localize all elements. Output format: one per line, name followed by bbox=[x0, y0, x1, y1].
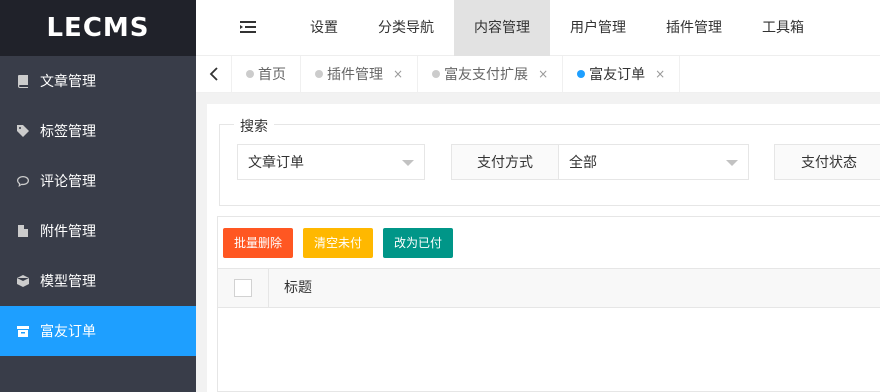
pay-status-label: 支付状态 bbox=[774, 144, 880, 180]
logo: LECMS bbox=[0, 0, 196, 56]
tab-dot-icon bbox=[577, 70, 586, 78]
sidebar-item-tags[interactable]: 标签管理 bbox=[0, 106, 196, 156]
tab-dot-icon bbox=[246, 70, 254, 78]
topnav-content-management[interactable]: 内容管理 bbox=[454, 0, 550, 56]
main-content: 搜索 文章订单 支付方式 全部 支付状态 批量删除 清空未付 改为已付 标题 bbox=[207, 104, 880, 392]
menu-toggle-icon[interactable] bbox=[240, 20, 256, 34]
sidebar-item-models[interactable]: 模型管理 bbox=[0, 256, 196, 306]
tab-label: 插件管理 bbox=[327, 67, 383, 83]
tag-icon bbox=[16, 124, 30, 138]
book-icon bbox=[16, 74, 30, 88]
pay-method-value: 全部 bbox=[569, 155, 597, 171]
topnav-settings[interactable]: 设置 bbox=[290, 0, 358, 56]
sidebar-item-label: 文章管理 bbox=[40, 74, 96, 90]
sidebar-item-label: 评论管理 bbox=[40, 174, 96, 190]
chevron-down-icon bbox=[402, 160, 414, 166]
sidebar-item-label: 模型管理 bbox=[40, 274, 96, 290]
top-nav: 设置 分类导航 内容管理 用户管理 插件管理 工具箱 bbox=[290, 0, 824, 56]
table-header: 标题 bbox=[218, 268, 880, 308]
tab-dot-icon bbox=[315, 70, 323, 78]
topnav-category-nav[interactable]: 分类导航 bbox=[358, 0, 454, 56]
sidebar-item-comments[interactable]: 评论管理 bbox=[0, 156, 196, 206]
pay-method-label: 支付方式 bbox=[451, 144, 559, 180]
cube-icon bbox=[16, 274, 30, 288]
sidebar-item-label: 标签管理 bbox=[40, 124, 96, 140]
clear-unpaid-button[interactable]: 清空未付 bbox=[303, 228, 374, 258]
close-icon[interactable]: × bbox=[655, 67, 665, 81]
batch-delete-button[interactable]: 批量删除 bbox=[223, 228, 294, 258]
file-icon bbox=[16, 224, 30, 238]
tabs: 首页 插件管理 × 富友支付扩展 × 富友订单 × bbox=[232, 56, 681, 92]
tab-plugin-management[interactable]: 插件管理 × bbox=[301, 56, 419, 92]
comment-icon bbox=[16, 174, 30, 188]
order-type-select[interactable]: 文章订单 bbox=[237, 144, 425, 180]
sidebar-item-attachments[interactable]: 附件管理 bbox=[0, 206, 196, 256]
topnav-user-management[interactable]: 用户管理 bbox=[550, 0, 646, 56]
pay-method-select[interactable]: 全部 bbox=[559, 144, 749, 180]
column-title-header: 标题 bbox=[284, 280, 312, 296]
column-divider bbox=[268, 269, 269, 307]
chevron-down-icon bbox=[726, 160, 738, 166]
search-legend: 搜索 bbox=[234, 116, 274, 136]
tab-label: 首页 bbox=[258, 67, 286, 83]
sidebar-item-label: 附件管理 bbox=[40, 224, 96, 240]
sidebar-item-articles[interactable]: 文章管理 bbox=[0, 56, 196, 106]
chevron-left-icon[interactable] bbox=[196, 56, 232, 92]
tab-home[interactable]: 首页 bbox=[232, 56, 301, 92]
tab-label: 富友支付扩展 bbox=[444, 67, 529, 83]
tab-bar: 首页 插件管理 × 富友支付扩展 × 富友订单 × bbox=[196, 56, 880, 93]
select-all-checkbox[interactable] bbox=[234, 279, 252, 297]
tab-fuiou-pay-extension[interactable]: 富友支付扩展 × bbox=[418, 56, 564, 92]
close-icon[interactable]: × bbox=[538, 67, 548, 81]
mark-paid-button[interactable]: 改为已付 bbox=[383, 228, 454, 258]
topnav-plugin-management[interactable]: 插件管理 bbox=[646, 0, 742, 56]
topnav-toolbox[interactable]: 工具箱 bbox=[742, 0, 824, 56]
order-type-value: 文章订单 bbox=[248, 155, 304, 171]
tab-fuiou-orders[interactable]: 富友订单 × bbox=[563, 56, 681, 92]
sidebar-item-fuiou-orders[interactable]: 富友订单 bbox=[0, 306, 196, 356]
logo-text: LECMS bbox=[46, 13, 150, 43]
sidebar: 文章管理 标签管理 评论管理 附件管理 模型管理 富友订单 bbox=[0, 56, 196, 392]
table-toolbar: 批量删除 清空未付 改为已付 bbox=[223, 228, 454, 258]
archive-icon bbox=[16, 324, 30, 338]
sidebar-item-label: 富友订单 bbox=[40, 324, 96, 340]
tab-label: 富友订单 bbox=[589, 67, 646, 83]
top-header: 设置 分类导航 内容管理 用户管理 插件管理 工具箱 bbox=[196, 0, 880, 56]
close-icon[interactable]: × bbox=[393, 67, 403, 81]
tab-dot-icon bbox=[432, 70, 441, 78]
